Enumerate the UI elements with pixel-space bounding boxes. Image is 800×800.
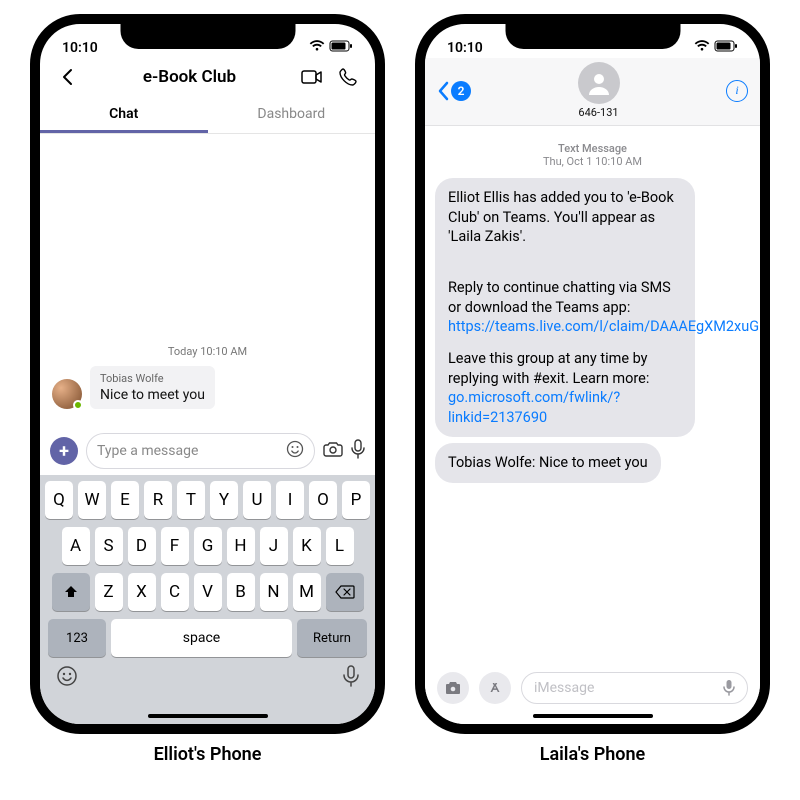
contact-number[interactable]: 646-131 [479, 106, 718, 119]
presence-indicator [73, 400, 83, 410]
appstore-button[interactable] [479, 672, 511, 704]
tab-dashboard[interactable]: Dashboard [208, 96, 376, 133]
wifi-icon [309, 40, 325, 56]
keyboard-row-1: QWERTYUIOP [44, 481, 371, 519]
chat-body: Today 10:10 AM Tobias Wolfe Nice to meet… [40, 134, 375, 427]
avatar[interactable] [52, 379, 82, 409]
notch [120, 23, 295, 49]
key-y[interactable]: Y [210, 481, 238, 519]
composer: + Type a message [40, 427, 375, 475]
key-u[interactable]: U [243, 481, 271, 519]
back-badge: 2 [451, 81, 471, 101]
battery-icon [714, 40, 738, 56]
contact-avatar[interactable] [578, 62, 620, 104]
thread-timestamp: Text Message Thu, Oct 1 10:10 AM [435, 142, 750, 168]
space-key[interactable]: space [111, 619, 292, 657]
key-o[interactable]: O [309, 481, 337, 519]
backspace-key[interactable] [326, 573, 364, 611]
key-d[interactable]: D [128, 527, 156, 565]
key-t[interactable]: T [177, 481, 205, 519]
key-c[interactable]: C [161, 573, 189, 611]
dictation-icon[interactable] [717, 676, 741, 700]
status-time: 10:10 [62, 40, 98, 56]
key-z[interactable]: Z [95, 573, 123, 611]
emoji-keyboard-icon[interactable] [56, 665, 78, 692]
key-x[interactable]: X [128, 573, 156, 611]
chat-title: e-Book Club [90, 67, 289, 87]
keyboard-row-3: ZXCVBNM [44, 573, 371, 611]
return-key[interactable]: Return [297, 619, 367, 657]
sms-paragraph-3a: Leave this group at any time by replying… [448, 350, 649, 387]
day-stamp: Today 10:10 AM [52, 345, 363, 358]
shift-key[interactable] [52, 573, 90, 611]
messages-body: Text Message Thu, Oct 1 10:10 AM Elliot … [425, 126, 760, 664]
stamp-time: Thu, Oct 1 10:10 AM [543, 155, 642, 168]
key-f[interactable]: F [161, 527, 189, 565]
sms-bubble-2: Tobias Wolfe: Nice to meet you [435, 443, 661, 483]
key-l[interactable]: L [326, 527, 354, 565]
keyboard[interactable]: QWERTYUIOP ASDFGHJKL ZXCVBNM 123 space R… [40, 475, 375, 724]
laila-phone: 10:10 2 [415, 14, 770, 734]
message-text: Nice to meet you [100, 387, 205, 403]
key-k[interactable]: K [293, 527, 321, 565]
key-b[interactable]: B [227, 573, 255, 611]
key-e[interactable]: E [111, 481, 139, 519]
key-s[interactable]: S [95, 527, 123, 565]
teams-claim-link[interactable]: https://teams.live.com/l/claim/DAAAEgXM2… [448, 318, 760, 335]
add-attachment-button[interactable]: + [50, 437, 78, 465]
back-button[interactable]: 2 [437, 81, 471, 101]
key-n[interactable]: N [260, 573, 288, 611]
teams-header: e-Book Club [40, 58, 375, 96]
microphone-icon[interactable] [351, 439, 365, 463]
notch [505, 23, 680, 49]
key-m[interactable]: M [293, 573, 321, 611]
imessage-header: 2 646-131 i [425, 58, 760, 126]
dictation-icon[interactable] [343, 665, 359, 692]
wifi-icon [694, 40, 710, 56]
message-sender: Tobias Wolfe [100, 372, 205, 385]
audio-call-icon[interactable] [335, 64, 361, 90]
video-call-icon[interactable] [299, 64, 325, 90]
imessage-placeholder: iMessage [534, 680, 594, 696]
camera-icon[interactable] [323, 440, 343, 462]
message-row: Tobias Wolfe Nice to meet you [52, 366, 363, 409]
back-icon[interactable] [54, 64, 80, 90]
message-input-placeholder: Type a message [97, 443, 198, 459]
phone-caption-right: Laila's Phone [415, 744, 770, 765]
battery-icon [329, 40, 353, 56]
info-button[interactable]: i [726, 80, 748, 102]
phone-caption-left: Elliot's Phone [30, 744, 385, 765]
key-w[interactable]: W [78, 481, 106, 519]
key-v[interactable]: V [194, 573, 222, 611]
key-a[interactable]: A [62, 527, 90, 565]
status-time: 10:10 [447, 40, 483, 56]
key-r[interactable]: R [144, 481, 172, 519]
message-input[interactable]: Type a message [86, 433, 315, 469]
imessage-input[interactable]: iMessage [521, 672, 748, 704]
camera-button[interactable] [437, 672, 469, 704]
elliot-phone: 10:10 e-Book Club [30, 14, 385, 734]
key-j[interactable]: J [260, 527, 288, 565]
numeric-key[interactable]: 123 [48, 619, 106, 657]
sms-paragraph-1: Elliot Ellis has added you to 'e-Book Cl… [448, 188, 682, 247]
keyboard-row-2: ASDFGHJKL [44, 527, 371, 565]
tabs: Chat Dashboard [40, 96, 375, 134]
emoji-icon[interactable] [286, 440, 304, 462]
home-indicator[interactable] [148, 714, 268, 718]
home-indicator[interactable] [533, 714, 653, 718]
key-h[interactable]: H [227, 527, 255, 565]
message-bubble: Tobias Wolfe Nice to meet you [90, 366, 215, 409]
learn-more-link[interactable]: go.microsoft.com/fwlink/?linkid=2137690 [448, 389, 620, 426]
sms-paragraph-2a: Reply to continue chatting via SMS or do… [448, 279, 671, 316]
key-p[interactable]: P [342, 481, 370, 519]
key-g[interactable]: G [194, 527, 222, 565]
key-i[interactable]: I [276, 481, 304, 519]
sms-bubble-1: Elliot Ellis has added you to 'e-Book Cl… [435, 178, 695, 437]
tab-chat[interactable]: Chat [40, 96, 208, 133]
key-q[interactable]: Q [45, 481, 73, 519]
stamp-label: Text Message [435, 142, 750, 155]
